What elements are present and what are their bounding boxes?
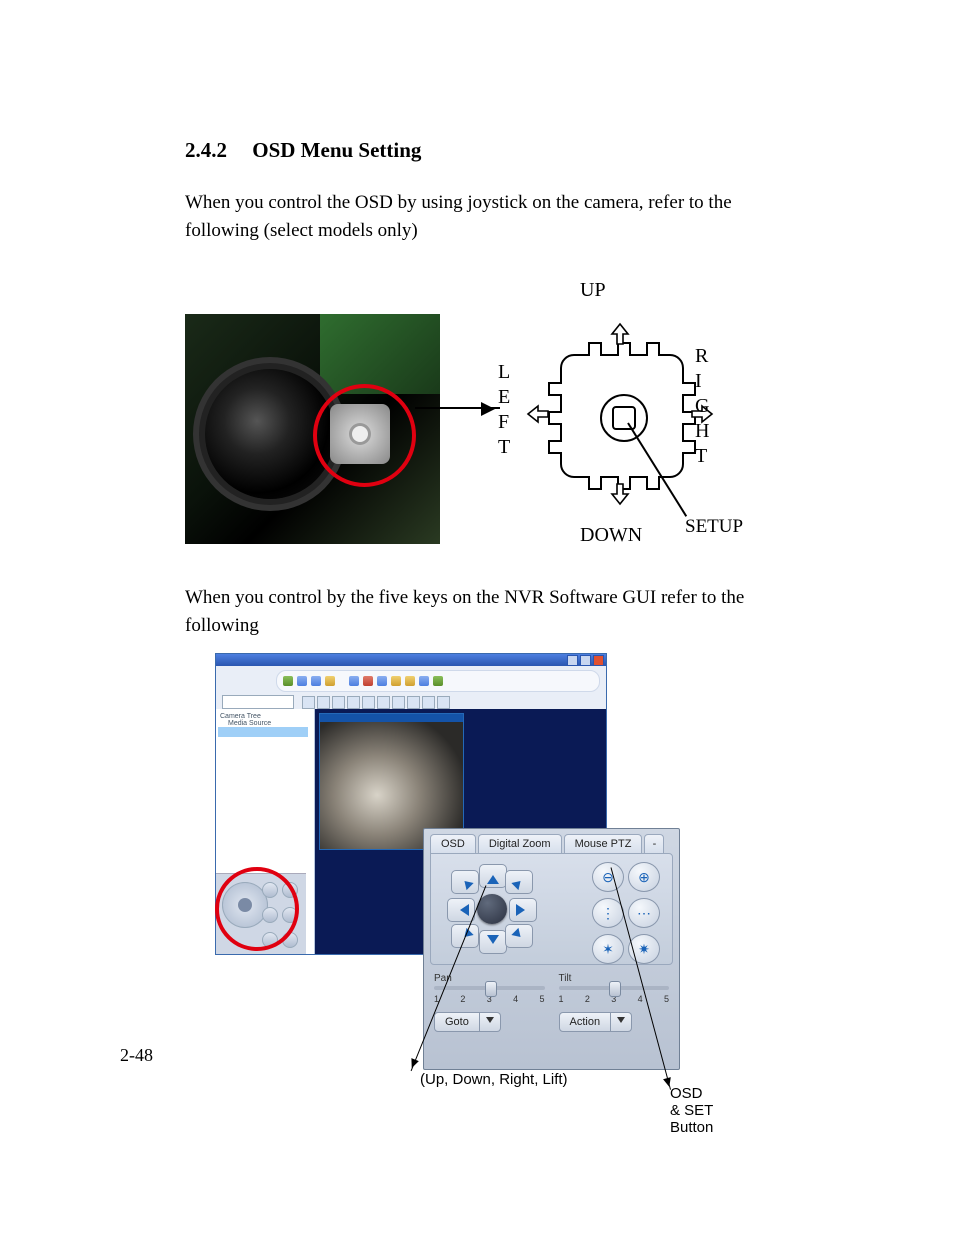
tilt-slider[interactable]: Tilt 1 2 3 4 5 xyxy=(559,973,670,1004)
highlight-ring-icon xyxy=(313,384,416,487)
figure-nvr-gui: Camera Tree Media Source xyxy=(215,653,715,1103)
label-left: L E F T xyxy=(498,360,512,460)
ptz-up-button[interactable] xyxy=(479,864,507,888)
layout-button[interactable] xyxy=(347,696,360,709)
ptz-down-button[interactable] xyxy=(479,930,507,954)
section-number: 2.4.2 xyxy=(185,138,247,163)
figure-joystick: UP DOWN SETUP L E F T R I G H T xyxy=(185,274,775,574)
window-close-button[interactable] xyxy=(593,655,604,666)
tab-extra[interactable]: - xyxy=(644,834,664,853)
window-maximize-button[interactable] xyxy=(580,655,591,666)
tree-item: Media Source xyxy=(220,720,310,727)
tick: 2 xyxy=(585,994,590,1004)
callout-arrow-icon xyxy=(415,407,500,409)
callout-osd-set: OSD & SET Button xyxy=(670,1085,715,1136)
tick: 1 xyxy=(559,994,564,1004)
zoom-in-button[interactable]: ⊕ xyxy=(628,862,660,892)
section-title: OSD Menu Setting xyxy=(252,138,421,162)
layout-button[interactable] xyxy=(422,696,435,709)
tab-osd[interactable]: OSD xyxy=(430,834,476,853)
toolbar-icon[interactable] xyxy=(377,676,387,686)
iris-close-button[interactable]: ✶ xyxy=(592,934,624,964)
nvr-subtoolbar xyxy=(222,695,600,709)
callout-dpad: (Up, Down, Right, Lift) xyxy=(420,1071,568,1088)
toolbar-icon[interactable] xyxy=(349,676,359,686)
chevron-down-icon xyxy=(611,1012,632,1032)
toolbar-icon[interactable] xyxy=(405,676,415,686)
arrow-left-icon xyxy=(526,404,550,424)
tick: 5 xyxy=(664,994,669,1004)
toolbar-icon[interactable] xyxy=(283,676,293,686)
toolbar-icon[interactable] xyxy=(419,676,429,686)
layout-button[interactable] xyxy=(302,696,315,709)
arrow-up-icon xyxy=(610,322,630,346)
joystick-diagram xyxy=(530,324,710,534)
ptz-panel: OSD Digital Zoom Mouse PTZ - xyxy=(423,828,680,1070)
goto-dropdown[interactable]: Goto xyxy=(434,1012,545,1032)
toolbar-icon[interactable] xyxy=(325,676,335,686)
nvr-toolbar xyxy=(276,670,600,692)
paragraph-2: When you control by the five keys on the… xyxy=(185,584,775,639)
layout-button[interactable] xyxy=(332,696,345,709)
pan-slider[interactable]: Pan 1 2 3 4 5 xyxy=(434,973,545,1004)
camera-photo xyxy=(185,314,440,544)
ptz-downright-button[interactable] xyxy=(505,924,533,948)
tick: 2 xyxy=(460,994,465,1004)
page-number: 2-48 xyxy=(120,1045,153,1066)
window-titlebar xyxy=(216,654,606,666)
toolbar-icon[interactable] xyxy=(297,676,307,686)
paragraph-1: When you control the OSD by using joysti… xyxy=(185,189,775,244)
window-minimize-button[interactable] xyxy=(567,655,578,666)
ptz-upright-button[interactable] xyxy=(505,870,533,894)
goto-label: Goto xyxy=(434,1012,480,1032)
highlight-ring-icon xyxy=(215,867,299,951)
ptz-dpad xyxy=(447,864,537,954)
layout-button[interactable] xyxy=(437,696,450,709)
focus-far-button[interactable]: ⋯ xyxy=(628,898,660,928)
ptz-center-button[interactable] xyxy=(477,894,507,924)
layout-button[interactable] xyxy=(392,696,405,709)
ptz-right-button[interactable] xyxy=(509,898,537,922)
chevron-down-icon xyxy=(480,1012,501,1032)
action-label: Action xyxy=(559,1012,612,1032)
label-setup: SETUP xyxy=(685,516,743,538)
label-down: DOWN xyxy=(580,524,642,547)
label-right: R I G H T xyxy=(695,344,709,469)
toolbar-icon[interactable] xyxy=(433,676,443,686)
tick: 5 xyxy=(539,994,544,1004)
layout-button[interactable] xyxy=(362,696,375,709)
tree-root: Camera Tree xyxy=(220,713,310,720)
source-dropdown[interactable] xyxy=(222,695,294,709)
layout-button[interactable] xyxy=(377,696,390,709)
toolbar-icon[interactable] xyxy=(391,676,401,686)
tick: 4 xyxy=(513,994,518,1004)
tab-digital-zoom[interactable]: Digital Zoom xyxy=(478,834,562,853)
ptz-upleft-button[interactable] xyxy=(451,870,479,894)
arrow-down-icon xyxy=(610,482,630,506)
toolbar-icon[interactable] xyxy=(363,676,373,686)
toolbar-icon[interactable] xyxy=(311,676,321,686)
zoom-out-button[interactable]: ⊖ xyxy=(592,862,624,892)
layout-button[interactable] xyxy=(407,696,420,709)
layout-button[interactable] xyxy=(317,696,330,709)
section-heading: 2.4.2 OSD Menu Setting xyxy=(185,138,775,163)
tab-mouse-ptz[interactable]: Mouse PTZ xyxy=(564,834,643,853)
label-up: UP xyxy=(580,279,606,302)
tick: 4 xyxy=(638,994,643,1004)
